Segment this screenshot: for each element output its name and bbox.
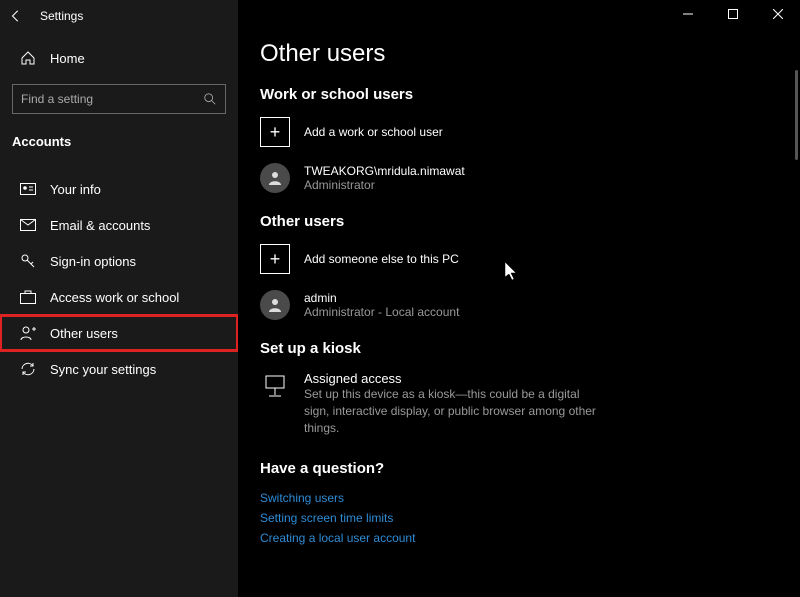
mail-icon xyxy=(18,215,38,235)
window-title: Settings xyxy=(40,9,83,23)
nav-label: Email & accounts xyxy=(50,218,150,233)
user-name: admin xyxy=(304,291,459,305)
home-button[interactable]: Home xyxy=(0,40,238,76)
nav-signin-options[interactable]: Sign-in options xyxy=(0,243,238,279)
user-role: Administrator xyxy=(304,178,465,192)
plus-icon: + xyxy=(260,117,290,147)
nav-label: Sync your settings xyxy=(50,362,156,377)
help-link-localaccount[interactable]: Creating a local user account xyxy=(260,531,800,545)
nav-other-users[interactable]: Other users xyxy=(0,315,238,351)
avatar-icon xyxy=(260,163,290,193)
nav-sync-settings[interactable]: Sync your settings xyxy=(0,351,238,387)
nav-label: Access work or school xyxy=(50,290,179,305)
nav-your-info[interactable]: Your info xyxy=(0,171,238,207)
section-help-title: Have a question? xyxy=(260,460,800,477)
search-box[interactable] xyxy=(12,84,226,114)
kiosk-icon xyxy=(260,371,290,401)
assigned-access-button[interactable]: Assigned access Set up this device as a … xyxy=(260,371,800,436)
user-name: TWEAKORG\mridula.nimawat xyxy=(304,164,465,178)
minimize-button[interactable] xyxy=(665,0,710,28)
help-links: Switching users Setting screen time limi… xyxy=(260,491,800,545)
sync-icon xyxy=(18,359,38,379)
id-card-icon xyxy=(18,179,38,199)
work-user-row[interactable]: TWEAKORG\mridula.nimawat Administrator xyxy=(260,163,800,193)
key-icon xyxy=(18,251,38,271)
add-work-label: Add a work or school user xyxy=(304,125,443,139)
scrollbar-thumb[interactable] xyxy=(795,70,798,160)
sidebar: Home Accounts Your info Email & accounts… xyxy=(0,0,238,597)
nav-email-accounts[interactable]: Email & accounts xyxy=(0,207,238,243)
section-kiosk-title: Set up a kiosk xyxy=(260,340,800,357)
home-icon xyxy=(18,48,38,68)
add-other-label: Add someone else to this PC xyxy=(304,252,459,266)
other-user-row[interactable]: admin Administrator - Local account xyxy=(260,290,800,320)
search-input[interactable] xyxy=(21,92,203,106)
nav-label: Other users xyxy=(50,326,118,341)
person-plus-icon xyxy=(18,323,38,343)
briefcase-icon xyxy=(18,287,38,307)
home-label: Home xyxy=(50,51,85,66)
section-work-title: Work or school users xyxy=(260,86,800,103)
group-header: Accounts xyxy=(0,122,238,157)
plus-icon: + xyxy=(260,244,290,274)
assigned-title: Assigned access xyxy=(304,371,604,386)
help-link-screentime[interactable]: Setting screen time limits xyxy=(260,511,800,525)
user-role: Administrator - Local account xyxy=(304,305,459,319)
window-buttons xyxy=(665,0,800,28)
maximize-button[interactable] xyxy=(710,0,755,28)
titlebar: Settings xyxy=(0,0,800,32)
section-other-title: Other users xyxy=(260,213,800,230)
back-button[interactable] xyxy=(0,0,32,32)
add-work-user-button[interactable]: + Add a work or school user xyxy=(260,117,800,147)
page-title: Other users xyxy=(260,40,800,68)
nav-list: Your info Email & accounts Sign-in optio… xyxy=(0,171,238,387)
settings-window: Settings Home Accounts Your info xyxy=(0,0,800,597)
nav-access-work-school[interactable]: Access work or school xyxy=(0,279,238,315)
nav-label: Sign-in options xyxy=(50,254,136,269)
help-link-switching[interactable]: Switching users xyxy=(260,491,800,505)
avatar-icon xyxy=(260,290,290,320)
content-area: Other users Work or school users + Add a… xyxy=(238,0,800,597)
nav-label: Your info xyxy=(50,182,101,197)
assigned-desc: Set up this device as a kiosk—this could… xyxy=(304,386,604,436)
search-icon xyxy=(203,92,217,106)
close-button[interactable] xyxy=(755,0,800,28)
add-other-user-button[interactable]: + Add someone else to this PC xyxy=(260,244,800,274)
